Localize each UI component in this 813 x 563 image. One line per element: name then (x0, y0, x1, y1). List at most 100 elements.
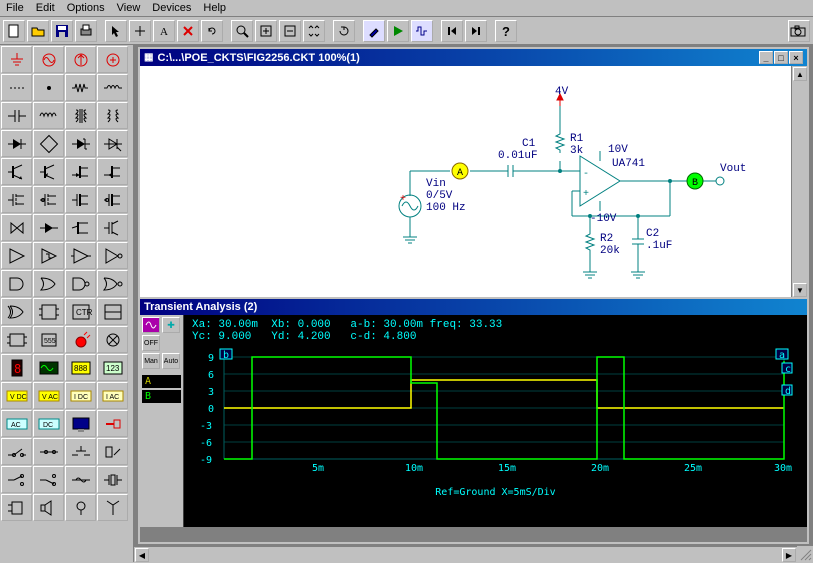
opamp-icon[interactable] (1, 242, 32, 269)
transformer-icon[interactable] (65, 102, 96, 129)
close-button[interactable]: × (789, 51, 803, 64)
inverter-icon[interactable] (97, 242, 128, 269)
menu-help[interactable]: Help (203, 2, 226, 14)
inductor2-icon[interactable] (97, 74, 128, 101)
scroll-up-icon[interactable]: ▲ (793, 67, 807, 81)
menu-devices[interactable]: Devices (152, 2, 191, 14)
analysis-titlebar[interactable]: Transient Analysis (2) (140, 299, 807, 315)
comparator-icon[interactable] (33, 242, 64, 269)
pjfet-icon[interactable] (97, 158, 128, 185)
help-button[interactable]: ? (495, 20, 517, 42)
cursor-button[interactable]: ✚ (162, 317, 180, 333)
scroll-left-icon[interactable]: ◀ (135, 548, 149, 562)
scroll-down-icon[interactable]: ▼ (793, 283, 807, 297)
node-icon[interactable] (33, 74, 64, 101)
off-button[interactable]: OFF (142, 335, 160, 351)
current-source-icon[interactable] (65, 46, 96, 73)
diac-icon[interactable] (33, 214, 64, 241)
zoom-button[interactable] (231, 20, 253, 42)
ic-icon[interactable] (1, 326, 32, 353)
text-button[interactable]: A (153, 20, 175, 42)
crystal-icon[interactable] (97, 466, 128, 493)
menu-edit[interactable]: Edit (36, 2, 55, 14)
dc-source-icon[interactable] (97, 46, 128, 73)
flipflop-icon[interactable] (33, 298, 64, 325)
led-icon[interactable] (65, 326, 96, 353)
nmos-d-icon[interactable] (65, 186, 96, 213)
relay-icon[interactable] (97, 438, 128, 465)
wire-button[interactable] (129, 20, 151, 42)
trace-a-label[interactable]: A (142, 375, 181, 388)
scroll-right-icon[interactable]: ▶ (782, 548, 796, 562)
or-gate-icon[interactable] (33, 270, 64, 297)
waveform-button[interactable] (411, 20, 433, 42)
delete-button[interactable] (177, 20, 199, 42)
run-button[interactable] (387, 20, 409, 42)
rotate-button[interactable] (201, 20, 223, 42)
ujt-icon[interactable] (65, 214, 96, 241)
spdt-icon[interactable] (1, 466, 32, 493)
register-icon[interactable] (97, 298, 128, 325)
step-fwd-button[interactable] (465, 20, 487, 42)
plug-icon[interactable] (97, 410, 128, 437)
iac-meter-icon[interactable]: I AC (97, 382, 128, 409)
idc-meter-icon[interactable]: I DC (65, 382, 96, 409)
trace-b-label[interactable]: B (142, 390, 181, 403)
pointer-button[interactable] (105, 20, 127, 42)
transformer2-icon[interactable] (97, 102, 128, 129)
print-button[interactable] (75, 20, 97, 42)
maximize-button[interactable]: □ (774, 51, 788, 64)
switch-nc-icon[interactable] (33, 438, 64, 465)
schematic-titlebar[interactable]: ▦ C:\...\POE_CKTS\FIG2256.CKT 100%(1) _ … (140, 49, 807, 66)
buffer-icon[interactable] (65, 242, 96, 269)
schematic-canvas[interactable]: A B + - + Vin 0/5V 100 Hz C1 (140, 66, 807, 298)
vac-meter-icon[interactable]: V AC (33, 382, 64, 409)
scope-icon[interactable] (33, 354, 64, 381)
meter-icon[interactable]: 888 (65, 354, 96, 381)
connector-icon[interactable] (1, 494, 32, 521)
igbt-icon[interactable] (97, 214, 128, 241)
inductor-icon[interactable] (33, 102, 64, 129)
lamp-icon[interactable] (97, 326, 128, 353)
pmos-d-icon[interactable] (97, 186, 128, 213)
resistor-icon[interactable] (65, 74, 96, 101)
menu-view[interactable]: View (117, 2, 141, 14)
7seg-icon[interactable]: 8 (1, 354, 32, 381)
vdc-meter-icon[interactable]: V DC (1, 382, 32, 409)
speaker-icon[interactable] (33, 494, 64, 521)
nand-gate-icon[interactable] (65, 270, 96, 297)
nmos-e-icon[interactable] (1, 186, 32, 213)
man-button[interactable]: Man (142, 353, 160, 369)
ac-probe-icon[interactable]: AC (1, 410, 32, 437)
resize-grip[interactable] (797, 546, 813, 562)
capacitor-icon[interactable] (1, 102, 32, 129)
fuse-icon[interactable] (65, 466, 96, 493)
counter-icon[interactable]: CTR (65, 298, 96, 325)
scr-icon[interactable] (97, 130, 128, 157)
nor-gate-icon[interactable] (97, 270, 128, 297)
zener-icon[interactable] (65, 130, 96, 157)
zoom-in-button[interactable] (255, 20, 277, 42)
zoom-fit-button[interactable] (303, 20, 325, 42)
camera-button[interactable] (788, 20, 810, 42)
trace-toggle-button[interactable] (142, 317, 160, 333)
new-button[interactable] (3, 20, 25, 42)
pnp-icon[interactable] (33, 158, 64, 185)
antenna-icon[interactable] (97, 494, 128, 521)
and-gate-icon[interactable] (1, 270, 32, 297)
display-icon[interactable]: 123 (97, 354, 128, 381)
switch2-icon[interactable] (33, 466, 64, 493)
bridge-icon[interactable] (33, 130, 64, 157)
switch-no-icon[interactable] (1, 438, 32, 465)
xor-gate-icon[interactable] (1, 298, 32, 325)
npn-icon[interactable] (1, 158, 32, 185)
timer-icon[interactable]: 555 (33, 326, 64, 353)
triac-icon[interactable] (1, 214, 32, 241)
ac-source-icon[interactable] (33, 46, 64, 73)
junction-dash-icon[interactable] (1, 74, 32, 101)
step-back-button[interactable] (441, 20, 463, 42)
menu-options[interactable]: Options (67, 2, 105, 14)
refresh-button[interactable] (333, 20, 355, 42)
pushbutton-icon[interactable] (65, 438, 96, 465)
minimize-button[interactable]: _ (759, 51, 773, 64)
